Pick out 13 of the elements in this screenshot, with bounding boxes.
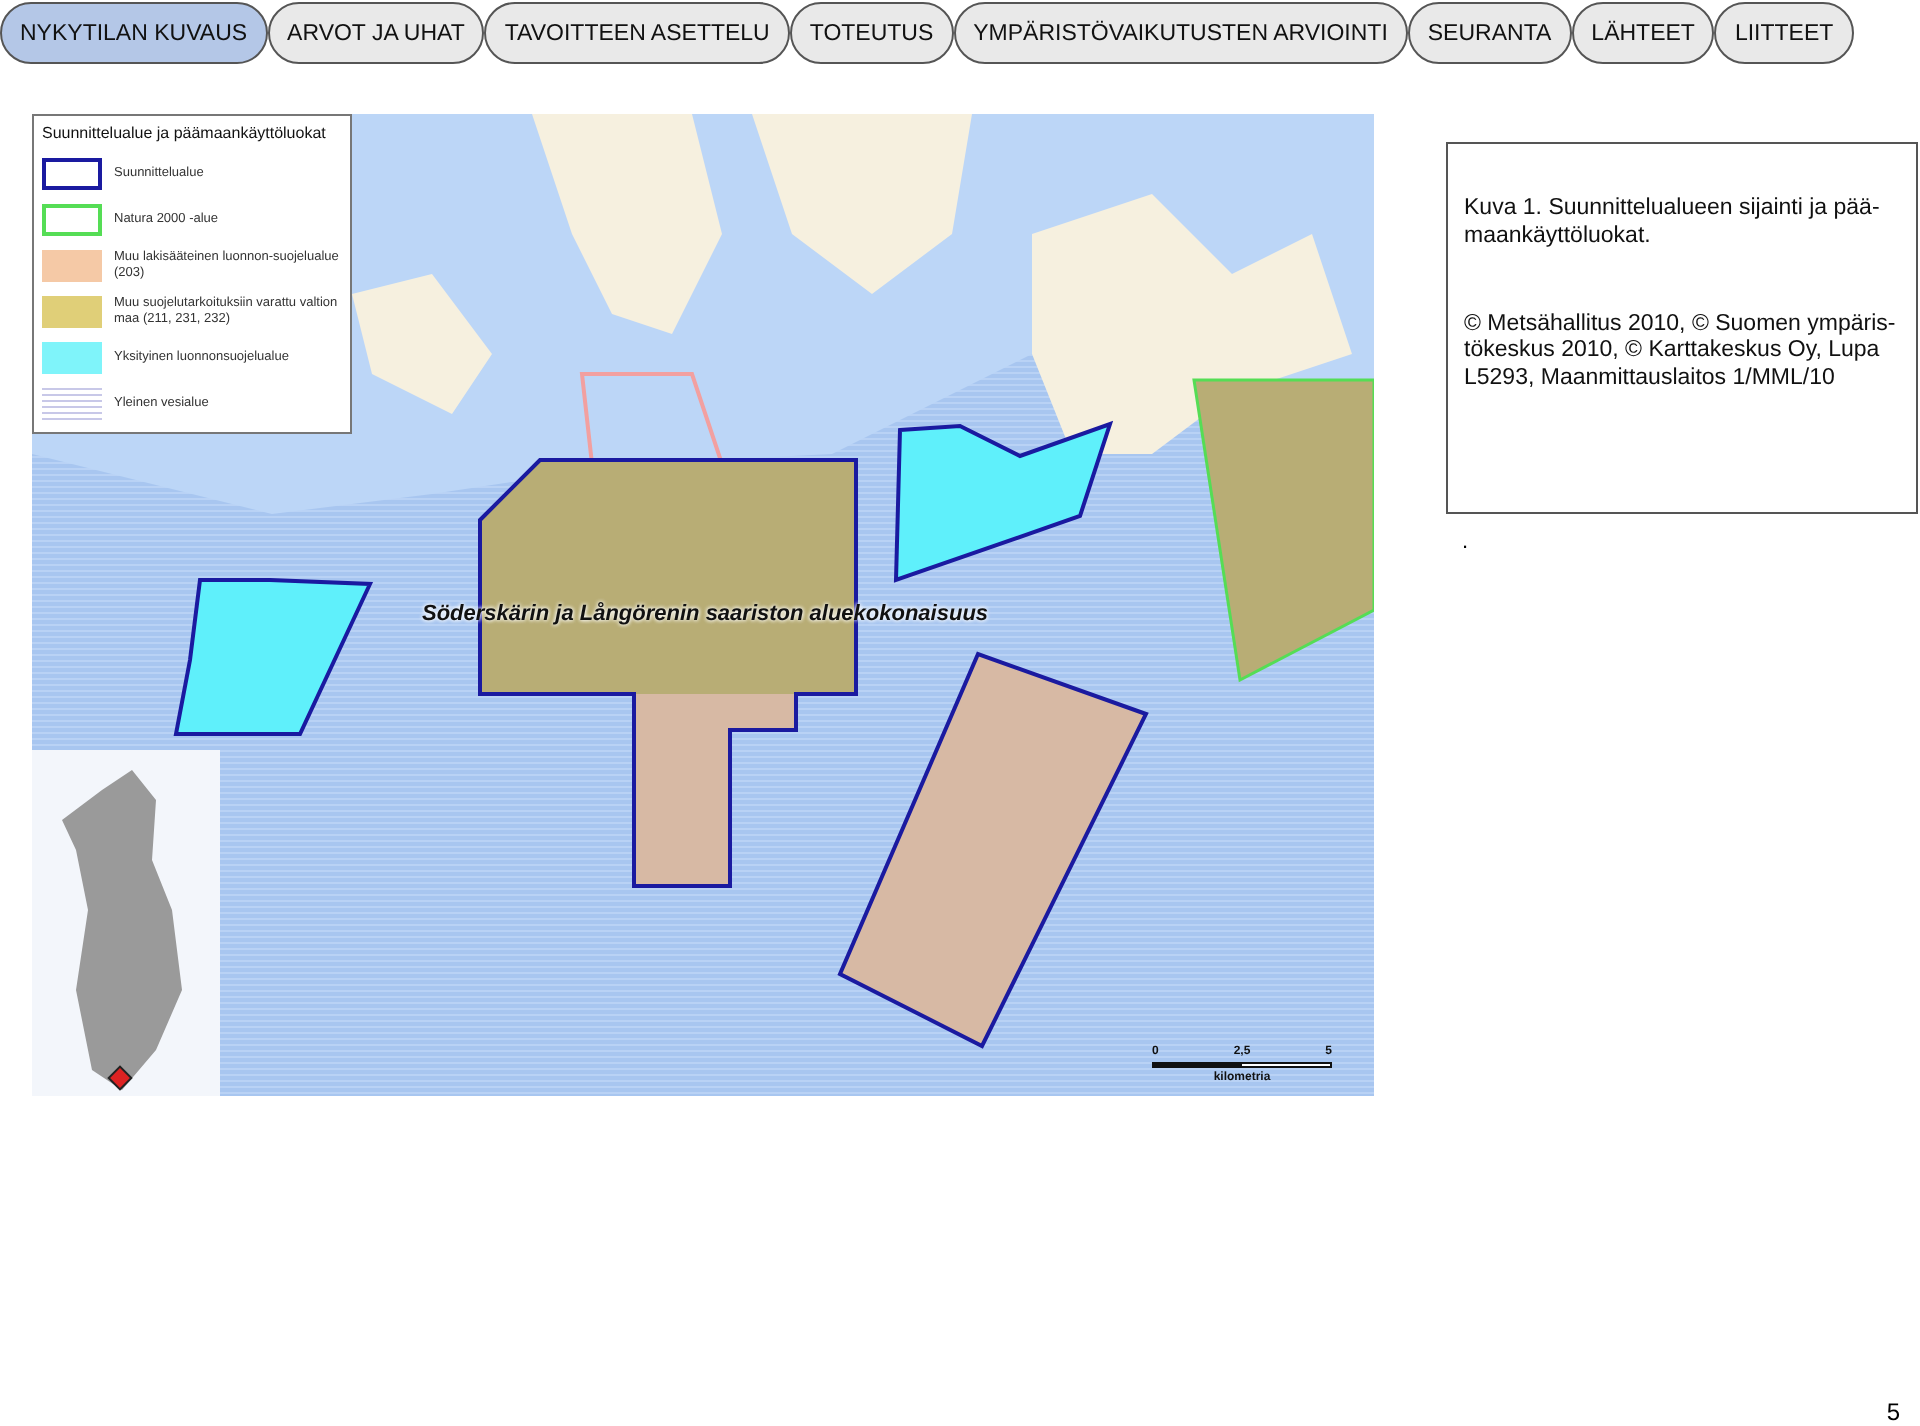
nav-tab[interactable]: TOTEUTUS (789, 2, 954, 64)
page-number: 5 (1886, 1398, 1900, 1426)
nav-tab[interactable]: YMPÄRISTÖVAIKUTUSTEN ARVIOINTI (953, 2, 1408, 64)
nav-tab[interactable]: LÄHTEET (1571, 2, 1715, 64)
note-text: . (1460, 530, 1471, 554)
legend-title: Suunnittelualue ja päämaankäyttöluokat (42, 122, 326, 144)
nav-tab[interactable]: TAVOITTEEN ASETTELU (484, 2, 790, 64)
nav-tab[interactable]: SEURANTA (1407, 2, 1572, 64)
nav-tab[interactable]: LIITTEET (1714, 2, 1854, 64)
nav-tab[interactable]: ARVOT JA UHAT (267, 2, 485, 64)
nav-tab[interactable]: NYKYTILAN KUVAUS (0, 2, 268, 64)
caption-credits: © Metsähallitus 2010, © Suomen ympäris-tökeskus 2010, © Karttakeskus Oy, Lupa L5293, Maanmittauslaitos 1/MML/10 (1464, 311, 1898, 394)
caption-title: Kuva 1. Suunnittelualueen sijainti ja pää-maankäyttöluokat. (1464, 196, 1882, 252)
